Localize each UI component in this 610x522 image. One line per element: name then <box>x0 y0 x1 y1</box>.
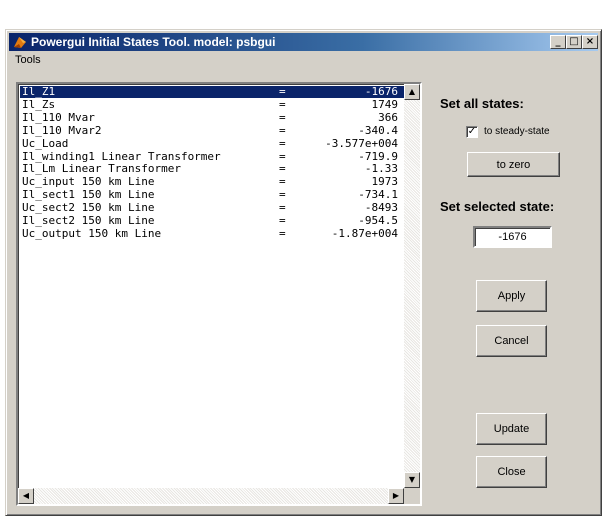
state-value: -954.5 <box>358 214 398 227</box>
state-row[interactable]: Il_winding1 Linear Transformer = -719.9 <box>20 149 406 163</box>
state-row[interactable]: Il_110 Mvar2 = -340.4 <box>20 123 406 137</box>
state-value: 1973 <box>371 175 399 189</box>
state-name: Uc_output 150 km Line <box>22 226 162 240</box>
state-equals: = <box>279 123 286 137</box>
state-equals: = <box>279 97 286 111</box>
state-equals: = <box>279 85 286 98</box>
state-equals: = <box>279 162 286 176</box>
apply-button[interactable]: Apply <box>476 280 547 312</box>
update-button[interactable]: Update <box>476 413 547 445</box>
states-listbox[interactable]: Il_Z1 = -1676 Il_Zs = 1749 Il_110 Mvar = 366 Il_1… <box>16 82 422 506</box>
initial-states-window: Powergui Initial States Tool. model: psb… <box>5 29 602 516</box>
state-name: Il_110 Mvar2 <box>22 123 102 137</box>
state-name: Il_Lm Linear Transformer <box>22 162 181 176</box>
set-all-states-heading: Set all states: <box>440 96 524 111</box>
state-row[interactable]: Uc_input 150 km Line = 1973 <box>20 176 406 188</box>
state-value: 1749 <box>371 97 399 111</box>
state-equals: = <box>279 110 286 124</box>
state-equals: = <box>279 226 286 240</box>
state-row[interactable]: Il_Lm Linear Transformer = -1.33 <box>20 163 406 175</box>
state-row[interactable]: Il_sect1 150 km Line = -734.1 <box>20 189 406 201</box>
menu-bar: Tools <box>9 52 598 70</box>
state-name: Il_sect1 150 km Line <box>22 188 155 202</box>
steady-state-checkbox[interactable]: ✓ <box>466 126 478 138</box>
steady-state-label: to steady-state <box>484 126 550 137</box>
close-button[interactable]: Close <box>476 456 547 488</box>
state-value: -3.577e+004 <box>325 136 398 150</box>
state-value: -719.9 <box>358 149 398 163</box>
state-value: -340.4 <box>358 123 398 137</box>
minimize-button[interactable]: _ <box>550 35 566 49</box>
horizontal-scrollbar[interactable]: ◀ ▶ <box>18 488 404 504</box>
state-value: -734.1 <box>358 188 398 202</box>
state-name: Uc_sect2 150 km Line <box>22 201 155 215</box>
state-equals: = <box>279 136 286 150</box>
state-equals: = <box>279 175 286 189</box>
maximize-button[interactable]: □ <box>566 35 582 49</box>
matlab-app-icon <box>14 37 26 48</box>
state-value: -1.33 <box>364 162 398 176</box>
state-row[interactable]: Il_110 Mvar = 366 <box>20 110 406 124</box>
state-row[interactable]: Uc_Load = -3.577e+004 <box>20 136 406 150</box>
scroll-up-icon[interactable]: ▲ <box>404 84 420 100</box>
set-selected-state-heading: Set selected state: <box>440 199 555 214</box>
scroll-down-icon[interactable]: ▼ <box>404 472 420 488</box>
menu-tools[interactable]: Tools <box>15 54 41 66</box>
state-name: Uc_input 150 km Line <box>22 175 155 189</box>
state-row[interactable]: Il_Zs = 1749 <box>20 97 406 111</box>
close-window-button[interactable]: × <box>582 35 598 49</box>
cancel-button[interactable]: Cancel <box>476 325 547 357</box>
window-title: Powergui Initial States Tool. model: psb… <box>31 35 276 49</box>
title-bar[interactable]: Powergui Initial States Tool. model: psb… <box>9 33 598 51</box>
state-value: 366 <box>378 110 398 124</box>
state-value: -8493 <box>364 201 398 215</box>
state-row[interactable]: Il_sect2 150 km Line = -954.5 <box>20 215 406 227</box>
vertical-scrollbar[interactable]: ▲ ▼ <box>404 84 420 488</box>
state-equals: = <box>279 188 286 202</box>
scroll-right-icon[interactable]: ▶ <box>388 488 404 504</box>
state-value: -1676 <box>364 85 398 98</box>
scroll-left-icon[interactable]: ◀ <box>18 488 34 504</box>
scrollbar-corner <box>404 488 420 504</box>
state-value: -1.87e+004 <box>331 226 398 240</box>
state-name: Il_Z1 <box>22 85 56 98</box>
to-zero-button[interactable]: to zero <box>467 152 560 177</box>
selected-state-value-input[interactable]: -1676 <box>473 226 552 248</box>
state-equals: = <box>279 149 286 163</box>
state-name: Il_winding1 Linear Transformer <box>22 149 221 163</box>
state-name: Il_110 Mvar <box>22 110 95 124</box>
state-equals: = <box>279 201 286 215</box>
state-row[interactable]: Uc_sect2 150 km Line = -8493 <box>20 202 406 214</box>
state-equals: = <box>279 214 286 227</box>
state-name: Il_Zs <box>22 97 56 111</box>
state-row[interactable]: Uc_output 150 km Line = -1.87e+004 <box>20 226 406 240</box>
state-name: Il_sect2 150 km Line <box>22 214 155 227</box>
state-name: Uc_Load <box>22 136 69 150</box>
state-row[interactable]: Il_Z1 = -1676 <box>20 86 406 98</box>
